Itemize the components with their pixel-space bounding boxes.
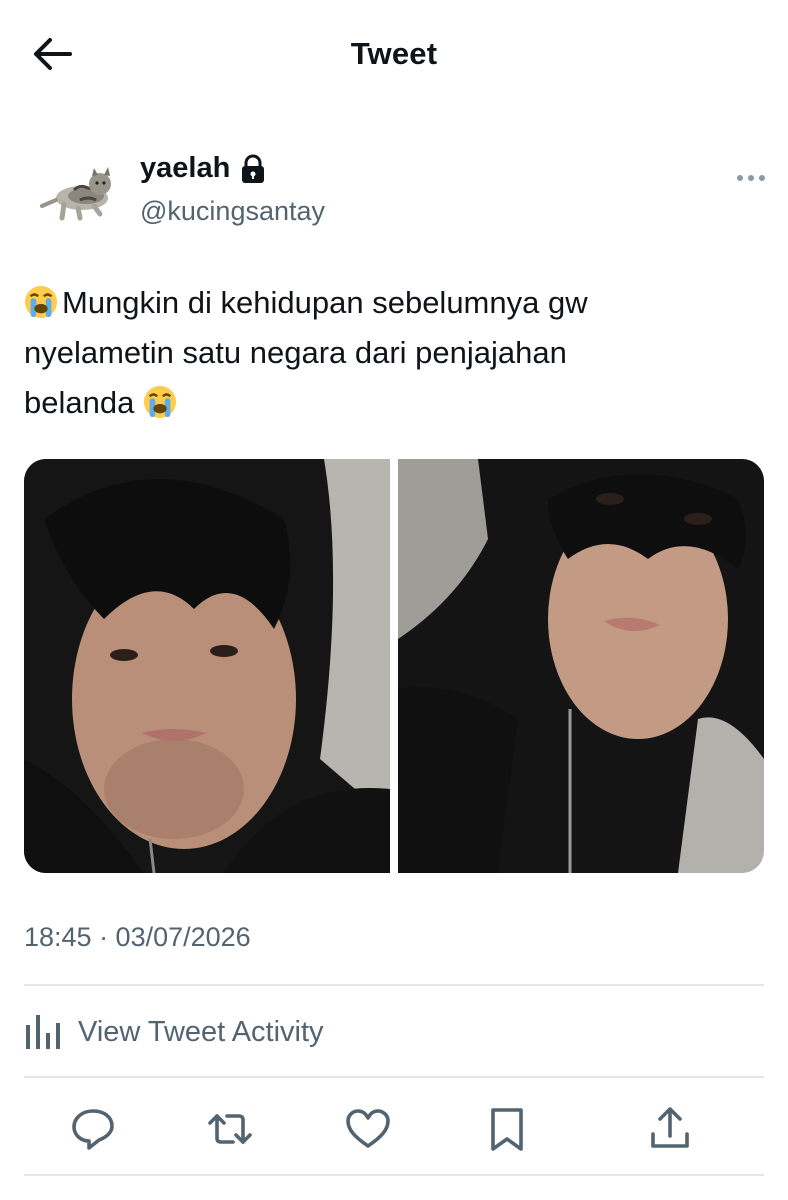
tweet-text-line-1: Mungkin di kehidupan sebelumnya gw (24, 278, 744, 328)
page-title: Tweet (350, 36, 438, 71)
retweet-button[interactable] (205, 1104, 255, 1154)
view-tweet-activity-label: View Tweet Activity (78, 1015, 324, 1048)
tweet-text-line: Mungkin di kehidupan sebelumnya gw (62, 285, 588, 320)
retweet-icon (208, 1114, 252, 1144)
display-name[interactable]: yaelah (140, 152, 230, 185)
tweet-media (24, 459, 764, 873)
lock-icon (240, 154, 266, 184)
header: Tweet (0, 0, 788, 110)
divider (24, 1076, 764, 1078)
reply-icon (72, 1109, 114, 1150)
username-handle[interactable]: @kucingsantay (140, 196, 325, 227)
tweet-author: yaelah @kucingsantay (0, 140, 788, 240)
like-icon (346, 1109, 390, 1148)
tweet-photo-2[interactable] (398, 459, 764, 873)
cat-avatar-icon (40, 167, 111, 221)
share-icon (651, 1107, 689, 1148)
loudly-crying-face-icon (143, 385, 177, 419)
tweet-photo-1[interactable] (24, 459, 390, 873)
share-button[interactable] (645, 1104, 695, 1154)
tweet-text-line: belanda (24, 385, 135, 420)
avatar[interactable] (34, 160, 118, 224)
tweet-text-line-3: belanda (24, 378, 744, 428)
tweet-timestamp[interactable]: 18:45 · 03/07/2026 (24, 922, 251, 953)
divider (24, 984, 764, 986)
bookmark-button[interactable] (482, 1104, 532, 1154)
tweet-text: Mungkin di kehidupan sebelumnya gw nyela… (24, 278, 744, 428)
divider (24, 1174, 764, 1176)
like-button[interactable] (343, 1104, 393, 1154)
more-options-icon[interactable] (736, 170, 766, 181)
analytics-bar-icon (26, 1015, 60, 1049)
loudly-crying-face-icon (24, 285, 58, 319)
tweet-text-line: nyelametin satu negara dari penjajahan (24, 335, 567, 370)
reply-button[interactable] (68, 1104, 118, 1154)
tweet-actions-bar (0, 1090, 788, 1170)
view-tweet-activity-link[interactable]: View Tweet Activity (24, 1000, 324, 1064)
tweet-text-line-2: nyelametin satu negara dari penjajahan (24, 328, 744, 378)
display-name-row: yaelah (140, 152, 266, 185)
bookmark-icon (491, 1108, 523, 1151)
